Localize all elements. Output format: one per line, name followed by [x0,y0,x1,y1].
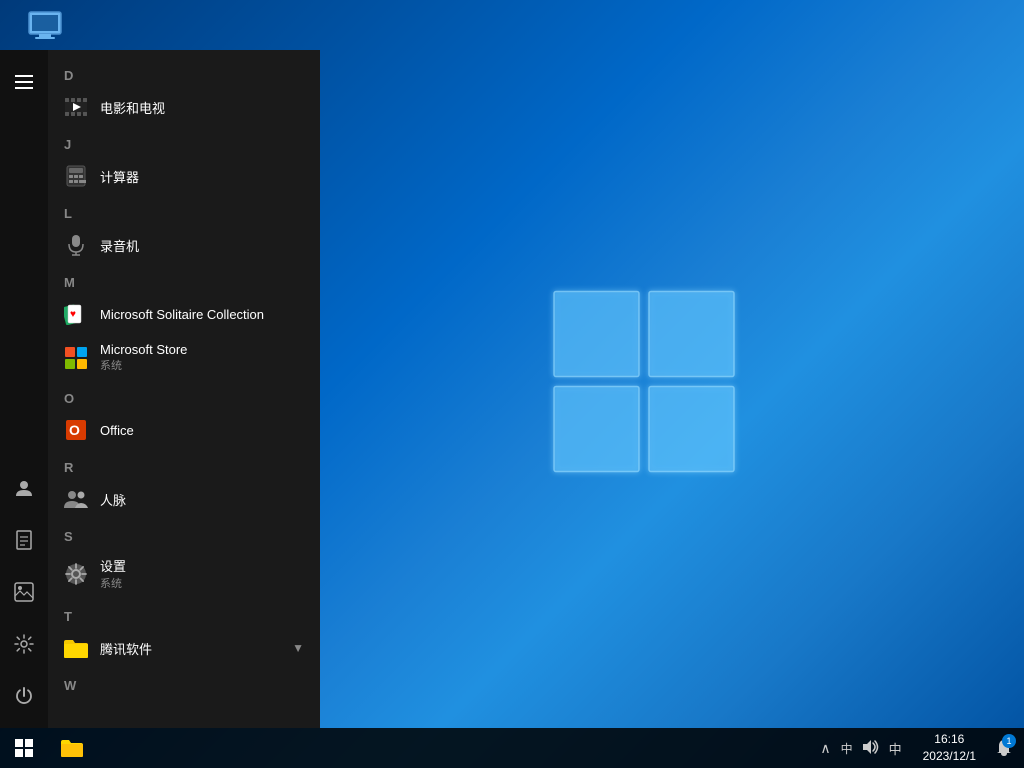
section-letter-r: R [48,450,320,479]
contacts-icon [64,487,88,511]
system-tray: ∧ 中 中 [811,739,910,758]
settings-info: 设置 系统 [100,556,126,591]
windows-logo-desktop [544,282,744,487]
svg-text:♥: ♥ [70,309,76,320]
power-icon [14,686,34,706]
user-icon [14,478,34,498]
power-button[interactable] [0,672,48,720]
office-label: Office [100,423,134,438]
section-letter-t: T [48,599,320,628]
clock-time: 16:16 [934,731,964,748]
app-item-movies-tv[interactable]: 电影和电视 [48,87,320,127]
app-item-tencent-folder[interactable]: 腾讯软件 ▼ [48,628,320,668]
settings-button[interactable] [0,620,48,668]
windows-logo-icon [15,739,33,757]
notification-badge: 1 [1002,734,1016,748]
settings-app-icon [64,562,88,586]
taskbar-clock[interactable]: 16:16 2023/12/1 [915,731,984,765]
store-info: Microsoft Store 系统 [100,342,187,373]
store-label: Microsoft Store [100,342,187,357]
documents-button[interactable] [0,516,48,564]
photos-icon [14,582,34,602]
settings-icon [14,634,34,654]
start-button[interactable] [0,728,48,768]
taskbar: ∧ 中 中 16:16 2023/12/1 [0,728,1024,768]
movies-tv-icon [64,95,88,119]
movies-tv-label: 电影和电视 [100,98,165,117]
section-letter-d: D [48,58,320,87]
start-menu: D 电影和电视 [0,50,320,728]
app-item-recorder[interactable]: 录音机 [48,225,320,265]
hamburger-button[interactable] [0,58,48,106]
app-item-solitaire[interactable]: ♥ Microsoft Solitaire Collection [48,294,320,334]
document-icon [15,530,33,550]
start-menu-app-list: D 电影和电视 [48,50,320,728]
section-letter-s: S [48,519,320,548]
settings-label: 设置 [100,556,126,575]
app-item-settings[interactable]: 设置 系统 [48,548,320,599]
calculator-label: 计算器 [100,167,139,186]
taskbar-right: ∧ 中 中 16:16 2023/12/1 [811,728,1024,768]
volume-icon[interactable] [860,740,882,757]
this-pc-icon [27,10,63,50]
network-icon[interactable]: 中 [838,740,856,757]
hamburger-icon [0,63,49,101]
notification-button[interactable]: 1 [988,728,1020,768]
folder-icon [64,636,88,660]
folder-left: 腾讯软件 [64,636,152,660]
contacts-label: 人脉 [100,490,126,509]
section-letter-l: L [48,196,320,225]
section-letter-o: O [48,381,320,410]
section-letter-w: W [48,668,320,697]
recorder-label: 录音机 [100,236,139,255]
left-strip-bottom [0,464,48,728]
solitaire-icon: ♥ [64,302,88,326]
solitaire-label: Microsoft Solitaire Collection [100,307,264,322]
clock-date: 2023/12/1 [923,748,976,765]
office-icon: O [64,418,88,442]
calculator-icon [64,164,88,188]
svg-text:O: O [69,422,80,438]
folder-chevron-icon: ▼ [292,641,304,655]
settings-subtitle: 系统 [100,575,126,591]
recorder-icon [64,233,88,257]
file-explorer-button[interactable] [48,728,96,768]
section-letter-j: J [48,127,320,156]
app-item-calculator[interactable]: 计算器 [48,156,320,196]
app-item-store[interactable]: Microsoft Store 系统 [48,334,320,381]
store-subtitle: 系统 [100,357,187,373]
app-item-contacts[interactable]: 人脉 [48,479,320,519]
tencent-folder-label: 腾讯软件 [100,639,152,658]
file-explorer-icon [61,739,83,757]
app-item-office[interactable]: O Office [48,410,320,450]
section-letter-m: M [48,265,320,294]
store-icon [64,346,88,370]
user-account-button[interactable] [0,464,48,512]
start-menu-left-strip [0,50,48,728]
desktop: 此电脑 [0,0,1024,768]
ime-icon[interactable]: 中 [886,739,905,758]
photos-button[interactable] [0,568,48,616]
tray-arrow[interactable]: ∧ [817,740,833,757]
